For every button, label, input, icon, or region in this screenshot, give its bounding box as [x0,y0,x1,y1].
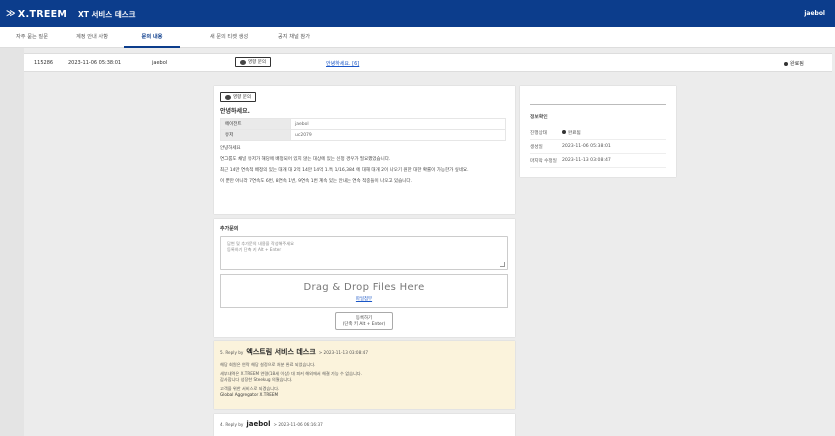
ticket-created: 2023-11-06 05:38:01 [68,60,122,66]
status-dot-icon [784,61,788,66]
ticket-fields: 에이전트 jaebol 유저 uc2079 [220,118,506,141]
left-gutter [0,48,24,436]
submit-button[interactable]: 등록하기 (단축 키 Alt + Enter) [335,312,393,330]
info-panel-header [530,92,666,105]
ticket-user: jaebol [152,60,168,66]
ticket-status: 완료됨 [784,60,804,67]
info-row-created: 생성일 2023-11-06 05:38:01 [530,140,666,154]
comment-time: 2023-11-13 03:08:47 [323,349,369,355]
field-value: jaebol [290,118,506,130]
reply-textarea[interactable]: 답변 및 추가문의 내용을 작성해주세요 등록하기 단축 키 Alt + Ent… [220,236,508,270]
field-key: 에이전트 [220,118,291,130]
ticket-type-badge: 영향 문의 [235,57,271,67]
logo[interactable]: ≫ X.TREEM [6,8,67,20]
attach-file-link[interactable]: 파일첨부 [356,296,372,302]
speech-bubble-icon [225,94,231,100]
logo-text: X.TREEM [17,8,68,20]
info-row-status: 진행상태 완료됨 [530,126,666,140]
app-title: XT 서비스 데스크 [78,10,136,19]
tab-new-ticket[interactable]: 새 문의 티켓 생성 [194,27,264,48]
ticket-title-link[interactable]: 안녕하세요. [6] [326,60,359,67]
tab-account-info[interactable]: 계정 안내 사항 [64,27,120,48]
field-key: 유저 [220,129,291,141]
info-row-modified: 마지막 수정일 2023-11-13 03:08:47 [530,154,666,168]
info-section-title: 정보확인 [530,115,548,120]
body-paragraph: 최근 14만 연속적 배정의 있는 대개 대 2억 14만 14억 1.특 1/… [220,168,469,173]
user-menu[interactable]: jaebol [804,10,825,17]
info-panel: 정보확인 진행상태 완료됨 생성일 2023-11-06 05:38:01 마지… [520,86,676,177]
comment-author: 엑스트림 서비스 데스크 [246,348,316,356]
speech-bubble-icon [240,59,246,65]
resize-handle-icon[interactable] [500,262,505,267]
body-paragraph: 안녕하세요 [220,146,241,151]
tab-inquiries[interactable]: 문의 내용 [124,27,180,48]
tab-bar: 자주 묻는 질문 계정 안내 사항 문의 내용 새 문의 티켓 생성 공지 채널… [0,27,835,48]
field-value: uc2079 [290,129,506,141]
status-dot-icon [562,130,566,134]
comment-item: 4. Reply by jaebol > 2023-11-06 06:16:37 [214,414,515,436]
tab-faq[interactable]: 자주 묻는 질문 [4,27,60,48]
type-chip: 영향 문의 [220,92,256,102]
body-paragraph: 이 뿐만 아니라 7연속도 6번, 8연속 1번, 9연속 1번 계속 있는 안… [220,179,412,184]
file-drop-zone[interactable]: Drag & Drop Files Here 파일첨부 [220,274,508,308]
logo-icon: ≫ [6,9,16,19]
ticket-title: 안녕하세요. [220,108,250,115]
comment-header: 4. Reply by jaebol > 2023-11-06 06:16:37 [220,420,323,428]
ticket-id: 115286 [34,60,54,66]
reply-placeholder-hint: 등록하기 단축 키 Alt + Enter [227,247,282,252]
ticket-detail-card: 영향 문의 안녕하세요. 에이전트 jaebol 유저 uc2079 안녕하세요… [214,86,515,214]
comment-author: jaebol [246,420,271,428]
body-paragraph: 연그룹도 채널 유저가 해당에 배정되어 있지 않는 대상에 있는 신청 경우가… [220,157,391,162]
tab-join-channel[interactable]: 공지 채널 참가 [266,27,322,48]
ticket-row[interactable]: 115286 2023-11-06 05:38:01 jaebol 영향 문의 … [24,53,832,72]
top-bar: ≫ X.TREEM XT 서비스 데스크 jaebol [0,0,835,27]
reply-card: 추가문의 답변 및 추가문의 내용을 작성해주세요 등록하기 단축 키 Alt … [214,219,515,337]
comment-header: 5. Reply by 엑스트림 서비스 데스크 > 2023-11-13 03… [220,348,369,356]
comment-item: 5. Reply by 엑스트림 서비스 데스크 > 2023-11-13 03… [214,341,515,409]
ticket-body: 안녕하세요 연그룹도 채널 유저가 해당에 배정되어 있지 않는 대상에 있는 … [220,145,509,185]
comment-time: 2023-11-06 06:16:37 [278,421,323,427]
comment-body: 해당 회원은 연락 해당 설정으로 처분 완료 되었습니다. 세부내역은 X.T… [220,362,362,397]
reply-title: 추가문의 [220,226,239,232]
drop-zone-title: Drag & Drop Files Here [303,282,425,293]
